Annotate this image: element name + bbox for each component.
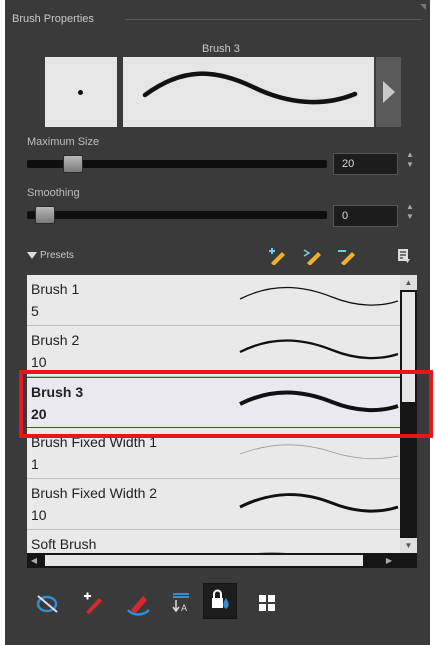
max-size-stepper[interactable]: ▲ ▼ [404, 150, 416, 170]
svg-text:A: A [181, 604, 188, 614]
scroll-right-icon[interactable]: ▶ [382, 553, 396, 568]
corner-icon [420, 4, 426, 10]
preset-name: Brush Fixed Width 2 [31, 485, 158, 501]
max-size-label: Maximum Size [27, 136, 100, 148]
smoothing-stepper[interactable]: ▲ ▼ [404, 202, 416, 222]
panel-title: Brush Properties [12, 13, 94, 25]
scroll-up-icon[interactable]: ▲ [400, 275, 417, 290]
texture-icon: A [172, 593, 189, 614]
preset-name: Brush 2 [31, 332, 80, 348]
max-size-slider-thumb[interactable] [63, 155, 83, 173]
stroke-preview-curve [142, 71, 358, 105]
preset-name: Soft Brush [31, 536, 97, 552]
preset-stroke-preview [239, 444, 399, 460]
preset-stroke-preview [239, 493, 399, 513]
texture-button[interactable]: A [168, 590, 194, 616]
new-brush-preset-icon[interactable] [267, 247, 287, 265]
eraser-tool-button[interactable] [125, 590, 151, 616]
pressure-sensitivity-icon [36, 595, 58, 613]
smoothing-field[interactable]: 0 [333, 205, 398, 227]
lock-transparency-icon [212, 589, 229, 609]
preset-size: 10 [31, 507, 47, 523]
brush-tool-button[interactable] [80, 590, 106, 616]
preview-toggle-button[interactable] [376, 57, 401, 127]
highlight-annotation [19, 370, 433, 438]
smoothing-slider-thumb[interactable] [35, 206, 55, 224]
preset-name: Brush 1 [31, 281, 80, 297]
stroke-preview [123, 57, 374, 127]
preset-size: 5 [31, 303, 39, 319]
scroll-corner [400, 553, 417, 568]
tip-preview [45, 57, 117, 127]
max-size-field[interactable]: 20 [333, 153, 398, 175]
brush-name-label: Brush 3 [202, 43, 240, 55]
presets-label: Presets [40, 250, 74, 261]
lock-transparency-button[interactable] [203, 583, 237, 619]
group-divider [125, 19, 422, 20]
horizontal-scroll-thumb[interactable] [45, 555, 363, 566]
chevron-down-icon[interactable] [27, 252, 37, 260]
preset-size: 10 [31, 354, 47, 370]
delete-brush-preset-icon[interactable] [337, 247, 357, 265]
brush-icon [84, 592, 102, 614]
smoothing-slider-track[interactable] [27, 211, 327, 219]
rename-brush-preset-icon[interactable] [303, 247, 323, 265]
list-item[interactable]: Brush Fixed Width 2 10 [27, 479, 400, 530]
list-item[interactable]: Brush 1 5 [27, 275, 400, 326]
tip-dot-icon [78, 90, 83, 95]
presets-header: Presets [27, 247, 417, 267]
pressure-sensitivity-button[interactable] [35, 590, 61, 616]
play-triangle-icon [383, 81, 395, 103]
preset-size: 1 [31, 456, 39, 472]
preset-stroke-preview [239, 339, 399, 360]
grid-view-icon [259, 595, 275, 611]
preset-stroke-preview [239, 286, 399, 306]
presets-horizontal-scrollbar[interactable]: ◀ ▶ [27, 553, 400, 568]
grid-view-button[interactable] [255, 590, 281, 616]
brush-properties-panel: Brush Properties Brush 3 Maximum Size 20… [5, 0, 433, 645]
presets-menu-icon[interactable] [397, 248, 411, 264]
eraser-icon [127, 596, 150, 616]
smoothing-label: Smoothing [27, 187, 80, 199]
scroll-left-icon[interactable]: ◀ [27, 553, 41, 568]
scroll-down-icon[interactable]: ▼ [400, 538, 417, 553]
